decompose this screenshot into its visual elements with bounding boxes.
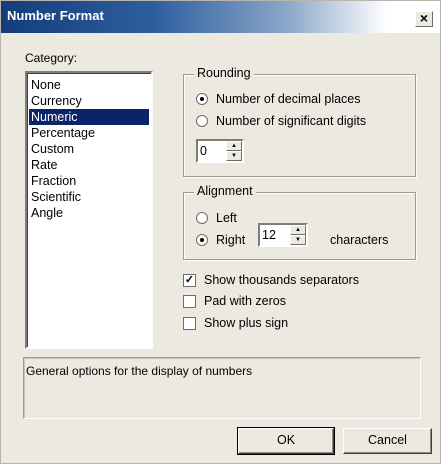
checkbox-pad-label: Pad with zeros <box>204 294 286 308</box>
radio-significant-digits[interactable]: Number of significant digits <box>196 112 366 130</box>
radio-decimal-places[interactable]: Number of decimal places <box>196 90 361 108</box>
radio-significant-digits-indicator[interactable] <box>196 115 208 127</box>
rounding-spinner[interactable]: 0 ▲ ▼ <box>196 139 244 163</box>
checkbox-plus-label: Show plus sign <box>204 316 289 330</box>
checkbox-plus-sign[interactable]: Show plus sign <box>183 314 288 332</box>
alignment-width-spinner[interactable]: 12 ▲ ▼ <box>258 223 308 247</box>
category-label: Category: <box>25 51 78 65</box>
category-item-rate[interactable]: Rate <box>29 157 149 173</box>
close-icon: × <box>419 10 429 26</box>
alignment-width-value[interactable]: 12 <box>260 225 290 245</box>
characters-label: characters <box>330 233 389 247</box>
checkbox-plus-box[interactable] <box>183 316 196 330</box>
category-item-numeric[interactable]: Numeric <box>29 109 149 125</box>
radio-align-left-indicator[interactable] <box>196 212 208 224</box>
close-button[interactable]: × <box>415 11 433 27</box>
checkbox-pad-box[interactable] <box>183 294 196 308</box>
radio-align-left[interactable]: Left <box>196 209 237 227</box>
alignment-group: Alignment Left Right 12 ▲ ▼ characters <box>183 184 416 260</box>
category-item-fraction[interactable]: Fraction <box>29 173 149 189</box>
rounding-value[interactable]: 0 <box>198 141 226 161</box>
radio-align-left-label: Left <box>216 211 237 225</box>
number-format-dialog: Number Format × Category: None Currency … <box>0 0 441 464</box>
category-item-angle[interactable]: Angle <box>29 205 149 221</box>
rounding-group: Rounding Number of decimal places Number… <box>183 66 416 177</box>
alignment-down-arrow-icon[interactable]: ▼ <box>290 235 306 245</box>
ok-button[interactable]: OK <box>237 427 335 455</box>
category-item-currency[interactable]: Currency <box>29 93 149 109</box>
radio-align-right-indicator[interactable] <box>196 234 208 246</box>
checkbox-thousands-box[interactable]: ✓ <box>183 273 196 287</box>
radio-align-right[interactable]: Right <box>196 231 245 249</box>
description-text: General options for the display of numbe… <box>26 364 253 378</box>
cancel-button[interactable]: Cancel <box>343 428 432 454</box>
alignment-up-arrow-icon[interactable]: ▲ <box>290 225 306 235</box>
rounding-down-arrow-icon[interactable]: ▼ <box>226 151 242 161</box>
rounding-group-title: Rounding <box>194 66 254 80</box>
radio-align-right-label: Right <box>216 233 246 247</box>
alignment-group-title: Alignment <box>194 184 256 198</box>
title-bar[interactable]: Number Format × <box>1 1 440 33</box>
category-item-scientific[interactable]: Scientific <box>29 189 149 205</box>
rounding-up-arrow-icon[interactable]: ▲ <box>226 141 242 151</box>
category-item-custom[interactable]: Custom <box>29 141 149 157</box>
checkbox-pad-zeros[interactable]: Pad with zeros <box>183 292 286 310</box>
category-item-none[interactable]: None <box>29 77 149 93</box>
radio-decimal-places-label: Number of decimal places <box>216 92 361 106</box>
category-list[interactable]: None Currency Numeric Percentage Custom … <box>25 71 153 349</box>
radio-significant-digits-label: Number of significant digits <box>216 114 367 128</box>
category-item-percentage[interactable]: Percentage <box>29 125 149 141</box>
checkbox-thousands-label: Show thousands separators <box>204 273 359 287</box>
description-box: General options for the display of numbe… <box>23 357 421 419</box>
checkbox-thousands-separators[interactable]: ✓ Show thousands separators <box>183 271 359 289</box>
dialog-title: Number Format <box>7 8 104 23</box>
radio-decimal-places-indicator[interactable] <box>196 93 208 105</box>
